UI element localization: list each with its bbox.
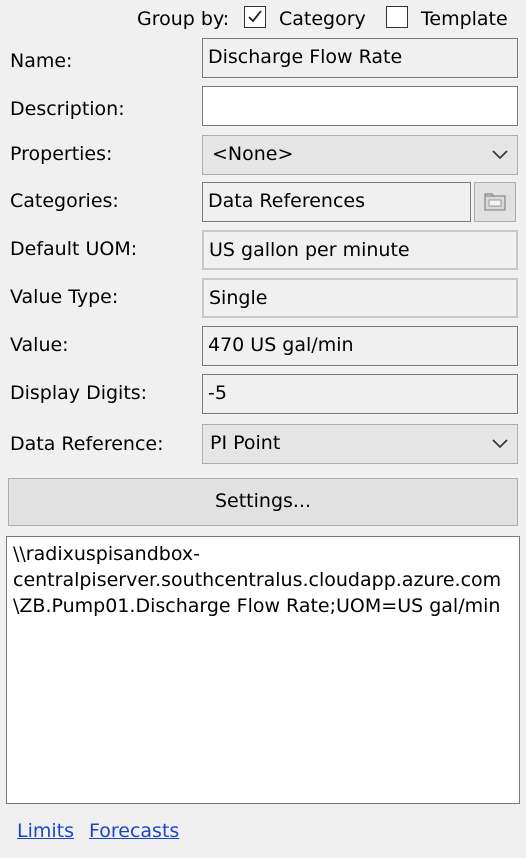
group-by-label: Group by: [137, 8, 230, 30]
config-string-textarea[interactable]: \\radixuspisandbox- centralpiserver.sout… [6, 536, 520, 804]
value-type-field[interactable]: Single [202, 278, 518, 318]
data-reference-dropdown[interactable]: PI Point [202, 424, 518, 464]
limits-link[interactable]: Limits [17, 818, 74, 844]
display-digits-field[interactable]: -5 [202, 374, 518, 414]
description-label: Description: [10, 98, 125, 120]
categories-label: Categories: [10, 190, 119, 212]
value-label: Value: [10, 334, 69, 356]
display-digits-label: Display Digits: [10, 382, 148, 404]
default-uom-label: Default UOM: [10, 238, 138, 260]
name-field[interactable]: Discharge Flow Rate [202, 38, 518, 78]
data-reference-label: Data Reference: [10, 433, 164, 455]
properties-dropdown[interactable]: <None> [202, 135, 518, 175]
chevron-down-icon [492, 150, 508, 160]
chevron-down-icon [492, 439, 508, 449]
category-checkbox-label[interactable]: Category [279, 6, 366, 32]
categories-browse-button[interactable] [474, 182, 516, 222]
categories-field[interactable]: Data References [202, 182, 471, 222]
category-checkbox[interactable] [244, 6, 266, 28]
data-reference-dropdown-value: PI Point [210, 432, 281, 454]
settings-button[interactable]: Settings... [8, 478, 518, 526]
value-type-label: Value Type: [10, 286, 119, 308]
default-uom-field[interactable]: US gallon per minute [202, 230, 518, 270]
config-string-line: centralpiserver.southcentralus.cloudapp.… [13, 569, 502, 591]
config-string-line: \ZB.Pump01.Discharge Flow Rate;UOM=US ga… [13, 595, 501, 617]
forecasts-link[interactable]: Forecasts [89, 818, 179, 844]
properties-dropdown-value: <None> [212, 143, 294, 165]
folder-browse-icon [484, 193, 506, 211]
name-label: Name: [10, 50, 73, 72]
description-field[interactable] [202, 86, 518, 126]
check-mark-icon [248, 10, 262, 23]
template-checkbox[interactable] [386, 6, 408, 28]
value-field[interactable]: 470 US gal/min [202, 326, 518, 366]
config-string-line: \\radixuspisandbox- [13, 543, 200, 565]
template-checkbox-label[interactable]: Template [421, 6, 508, 32]
properties-label: Properties: [10, 143, 113, 165]
